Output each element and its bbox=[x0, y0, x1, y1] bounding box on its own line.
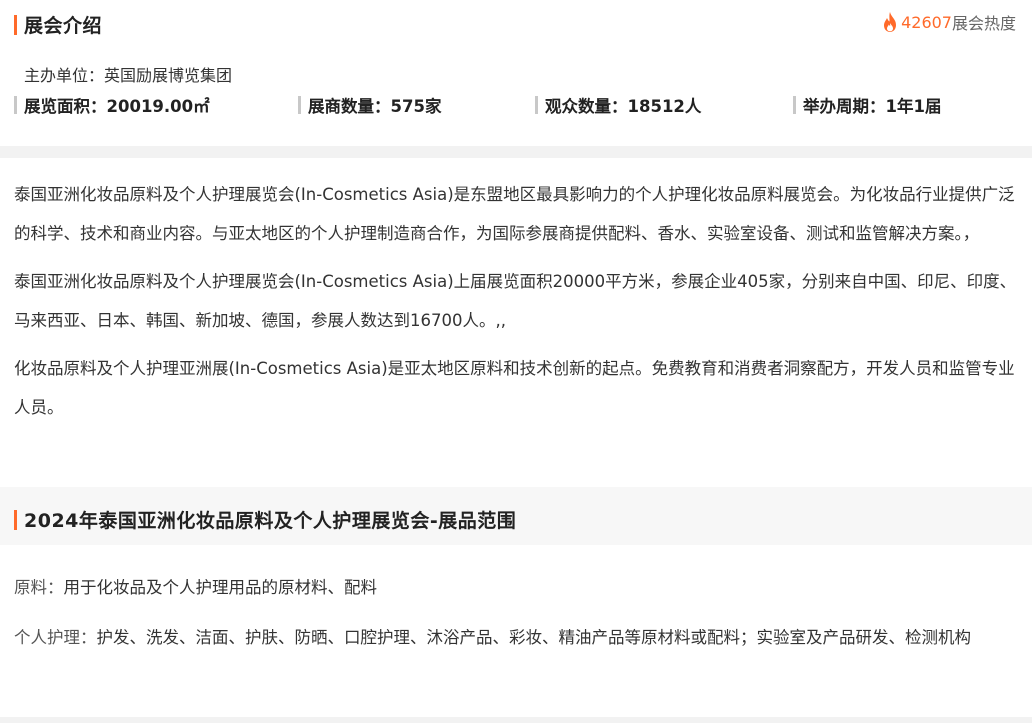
stat-divider-bar bbox=[14, 96, 17, 114]
stat-frequency: 举办周期：1年1届 bbox=[793, 93, 941, 117]
intro-paragraph: 泰国亚洲化妆品原料及个人护理展览会(In-Cosmetics Asia)是东盟地… bbox=[14, 185, 1015, 243]
range-item-raw-materials: 原料：用于化妆品及个人护理用品的原材料、配料 bbox=[14, 570, 1019, 606]
stat-area-label: 展览面积：20019.00㎡ bbox=[24, 97, 210, 116]
range-item-key: 个人护理： bbox=[14, 628, 97, 647]
intro-description: 泰国亚洲化妆品原料及个人护理展览会(In-Cosmetics Asia)是东盟地… bbox=[14, 175, 1019, 436]
stat-divider-bar bbox=[793, 96, 796, 114]
exhibit-range-header: 2024年泰国亚洲化妆品原料及个人护理展览会-展品范围 bbox=[0, 487, 1032, 545]
section-divider bbox=[0, 146, 1032, 158]
range-section-title: 2024年泰国亚洲化妆品原料及个人护理展览会-展品范围 bbox=[14, 506, 516, 533]
flame-icon bbox=[884, 12, 897, 32]
intro-section-title: 展会介绍 bbox=[14, 11, 102, 38]
stat-visitors-label: 观众数量：18512人 bbox=[545, 97, 702, 116]
range-item-key: 原料： bbox=[14, 578, 64, 597]
stat-exhibitors-label: 展商数量：575家 bbox=[308, 97, 442, 116]
heat-count: 42607 bbox=[901, 12, 952, 32]
stat-divider-bar bbox=[535, 96, 538, 114]
heat-label: 展会热度 bbox=[951, 14, 1016, 33]
intro-paragraph: 泰国亚洲化妆品原料及个人护理展览会(In-Cosmetics Asia)上届展览… bbox=[14, 272, 1017, 330]
stat-frequency-label: 举办周期：1年1届 bbox=[803, 97, 942, 116]
stat-divider-bar bbox=[298, 96, 301, 114]
exhibit-range-list: 原料：用于化妆品及个人护理用品的原材料、配料 个人护理：护发、洗发、洁面、护肤、… bbox=[14, 570, 1019, 670]
range-item-value: 用于化妆品及个人护理用品的原材料、配料 bbox=[63, 578, 378, 597]
bottom-divider bbox=[0, 717, 1032, 723]
title-accent-bar bbox=[14, 14, 17, 35]
exhibition-intro-header: 展会介绍 42607 展会热度 主办单位：英国励展博览集团 展览面积：20019… bbox=[0, 0, 1032, 146]
range-item-personal-care: 个人护理：护发、洗发、洁面、护肤、防晒、口腔护理、沐浴产品、彩妆、精油产品等原材… bbox=[14, 620, 1019, 656]
stat-visitor-count: 观众数量：18512人 bbox=[535, 93, 701, 117]
stat-exhibitor-count: 展商数量：575家 bbox=[298, 93, 441, 117]
exhibition-stats: 展览面积：20019.00㎡ 展商数量：575家 观众数量：18512人 举办周… bbox=[14, 93, 1014, 117]
range-item-value: 护发、洗发、洁面、护肤、防晒、口腔护理、沐浴产品、彩妆、精油产品等原材料或配料；… bbox=[96, 628, 972, 647]
heat-indicator: 42607 展会热度 bbox=[881, 10, 1016, 34]
organizer-info: 主办单位：英国励展博览集团 bbox=[24, 66, 233, 85]
intro-title-text: 展会介绍 bbox=[24, 15, 103, 37]
title-accent-bar bbox=[14, 509, 17, 530]
range-title-text: 2024年泰国亚洲化妆品原料及个人护理展览会-展品范围 bbox=[24, 510, 517, 532]
stat-exhibition-area: 展览面积：20019.00㎡ bbox=[14, 93, 210, 117]
intro-paragraph: 化妆品原料及个人护理亚洲展(In-Cosmetics Asia)是亚太地区原料和… bbox=[14, 359, 1015, 417]
